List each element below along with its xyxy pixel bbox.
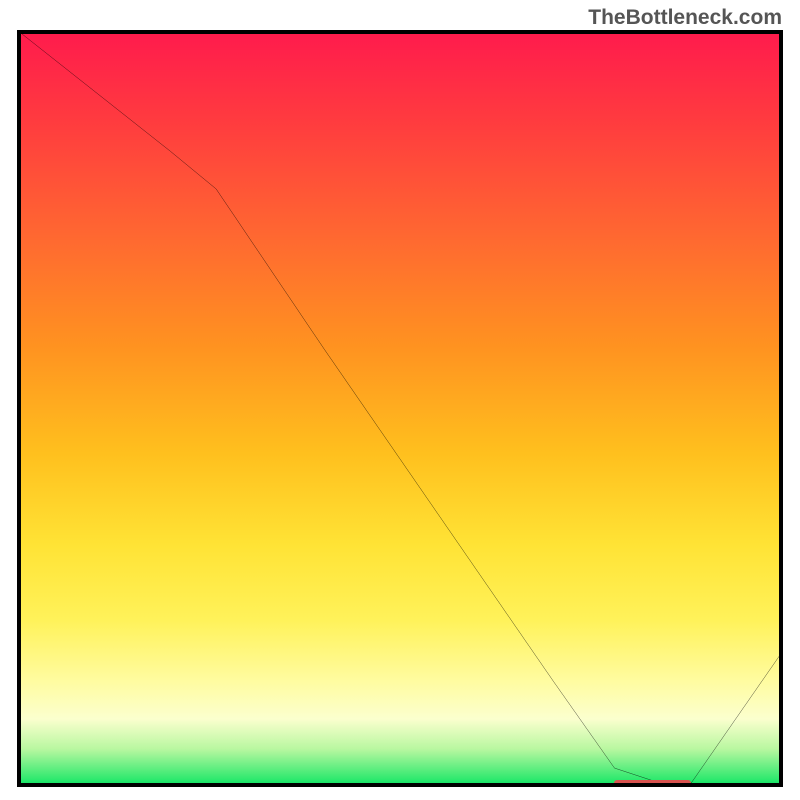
chart-container <box>17 30 783 787</box>
watermark-text: TheBottleneck.com <box>588 6 782 30</box>
minimum-marker <box>614 780 691 786</box>
chart-gradient-background <box>17 30 783 787</box>
